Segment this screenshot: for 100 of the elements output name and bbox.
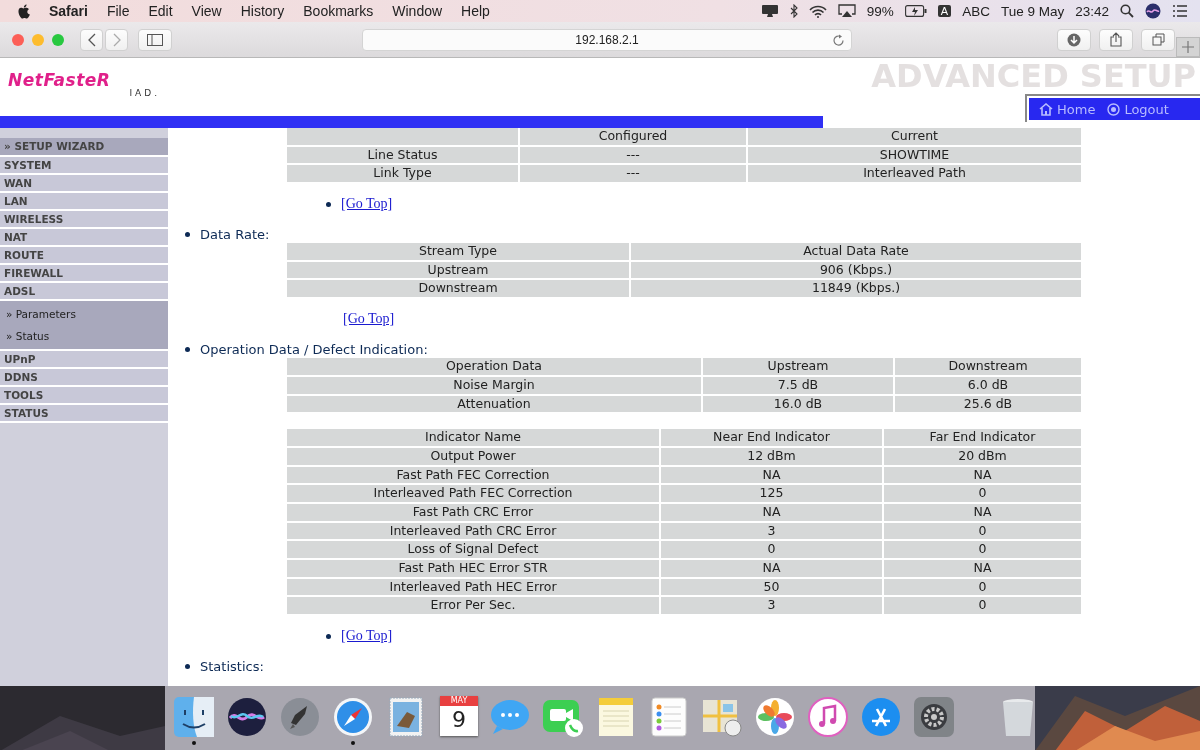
header-cell: Current xyxy=(748,128,1081,145)
header-cell: Operation Data xyxy=(287,358,701,375)
table-cell: 0 xyxy=(884,485,1081,502)
sidebar-item[interactable]: NAT xyxy=(0,229,168,247)
header-cell: Stream Type xyxy=(287,243,629,260)
header-cell: Upstream xyxy=(703,358,893,375)
go-top-link[interactable]: [Go Top] xyxy=(341,196,393,213)
section-heading: Operation Data / Defect Indication: xyxy=(200,341,428,357)
sidebar-item[interactable]: STATUS xyxy=(0,405,168,423)
bullet xyxy=(185,663,190,669)
download-icon xyxy=(1067,32,1081,47)
menu-item[interactable]: Edit xyxy=(148,3,173,19)
status-text: Tue 9 May xyxy=(1000,3,1065,19)
face-icon[interactable] xyxy=(173,695,215,738)
checklist-icon[interactable] xyxy=(648,695,690,738)
sidebar-item[interactable]: » SETUP WIZARD xyxy=(0,138,168,157)
download-button[interactable] xyxy=(1057,28,1091,51)
table-cell: --- xyxy=(520,146,746,164)
header-cell: Downstream xyxy=(895,358,1081,375)
table-cell: Upstream xyxy=(287,261,629,279)
plus-icon xyxy=(1182,41,1194,53)
bullet xyxy=(185,231,190,237)
header-cell: Configured xyxy=(520,128,746,145)
table-cell: 0 xyxy=(884,541,1081,558)
table-cell: NA xyxy=(661,466,882,484)
calendar-icon[interactable]: MAY 9 xyxy=(440,695,478,736)
reload-icon[interactable] xyxy=(832,33,845,47)
orb-icon[interactable] xyxy=(1145,3,1161,19)
sidebar-item[interactable]: UPnP xyxy=(0,351,168,369)
sidebar-item[interactable]: ROUTE xyxy=(0,247,168,265)
logout-link[interactable]: Logout xyxy=(1107,101,1169,117)
go-top-link[interactable]: [Go Top] xyxy=(341,628,393,645)
forward-icon xyxy=(112,32,121,47)
display-icon[interactable] xyxy=(760,4,779,18)
table-cell: NA xyxy=(884,560,1081,577)
input-source-indicator[interactable]: A xyxy=(937,5,952,17)
table-cell: NA xyxy=(661,503,882,521)
table-cell: 11849 (Kbps.) xyxy=(631,280,1081,298)
table-cell: 0 xyxy=(661,541,882,558)
sidebar-subitem[interactable]: » Status xyxy=(6,325,168,347)
table-cell: Line Status xyxy=(287,146,518,164)
home-link[interactable]: Home xyxy=(1039,101,1096,117)
compass-icon[interactable] xyxy=(332,695,374,738)
sidebar-button[interactable] xyxy=(138,28,172,51)
table-cell: Fast Path HEC Error STR xyxy=(287,560,659,577)
airplay-icon[interactable] xyxy=(837,4,856,18)
power-icon xyxy=(1107,102,1121,116)
table-cell: 3 xyxy=(661,597,882,615)
sidebar-item[interactable]: FIREWALL xyxy=(0,265,168,283)
list-icon[interactable] xyxy=(1172,5,1188,17)
table-cell: 3 xyxy=(661,522,882,540)
menu-item[interactable]: History xyxy=(240,3,285,19)
menu-item[interactable]: Help xyxy=(461,3,490,19)
bluetooth-icon[interactable] xyxy=(789,4,798,18)
table-cell: Loss of Signal Defect xyxy=(287,541,659,558)
table-cell: 906 (Kbps.) xyxy=(631,261,1081,279)
rocket-icon[interactable] xyxy=(279,695,321,738)
orb-icon[interactable] xyxy=(226,695,268,738)
sidebar-item[interactable]: WAN xyxy=(0,175,168,193)
back-button[interactable] xyxy=(80,28,103,51)
header-cell: Indicator Name xyxy=(287,429,659,446)
go-top-link[interactable]: [Go Top] xyxy=(343,311,395,328)
sidebar-item[interactable]: DDNS xyxy=(0,369,168,387)
table-cell: Fast Path CRC Error xyxy=(287,503,659,521)
table-cell: 25.6 dB xyxy=(895,395,1081,413)
status-text: 99% xyxy=(866,3,894,19)
app-menu[interactable]: Safari xyxy=(49,3,88,19)
share-button[interactable] xyxy=(1099,28,1133,51)
table-cell: 20 dBm xyxy=(884,447,1081,465)
table-cell: Error Per Sec. xyxy=(287,597,659,615)
share-icon xyxy=(1110,32,1122,47)
music-note-icon[interactable] xyxy=(807,695,849,738)
section-heading: Data Rate: xyxy=(200,226,270,242)
sidebar-item[interactable]: TOOLS xyxy=(0,387,168,405)
table-cell: 16.0 dB xyxy=(703,395,893,413)
sidebar-item[interactable]: SYSTEM xyxy=(0,157,168,175)
menu-item[interactable]: View xyxy=(191,3,222,19)
header-cell: Near End Indicator xyxy=(661,429,882,446)
menu-item[interactable]: Bookmarks xyxy=(303,3,374,19)
wifi-icon[interactable] xyxy=(808,4,827,18)
table-cell: --- xyxy=(520,165,746,183)
sidebar-subitem[interactable]: » Parameters xyxy=(6,303,168,325)
address-field[interactable]: 192.168.2.1 xyxy=(362,28,852,51)
home-icon xyxy=(1039,102,1053,116)
table-cell: Noise Margin xyxy=(287,376,701,394)
tabs-icon xyxy=(1151,33,1165,46)
flower-icon[interactable] xyxy=(754,695,796,738)
search-icon[interactable] xyxy=(1120,4,1134,18)
gear-icon[interactable] xyxy=(913,695,955,738)
app-store-icon[interactable] xyxy=(860,695,902,738)
table-cell: 7.5 dB xyxy=(703,376,893,394)
sidebar-item[interactable]: WIRELESS xyxy=(0,211,168,229)
sidebar-item[interactable]: LAN xyxy=(0,193,168,211)
sidebar-icon xyxy=(147,33,163,46)
menu-item[interactable]: Window xyxy=(392,3,443,19)
apple-icon[interactable] xyxy=(18,3,31,19)
back-icon xyxy=(87,32,96,47)
menu-item[interactable]: File xyxy=(106,3,130,19)
table-cell: Interleaved Path HEC Error xyxy=(287,578,659,596)
sidebar-item[interactable]: ADSL xyxy=(0,283,168,301)
